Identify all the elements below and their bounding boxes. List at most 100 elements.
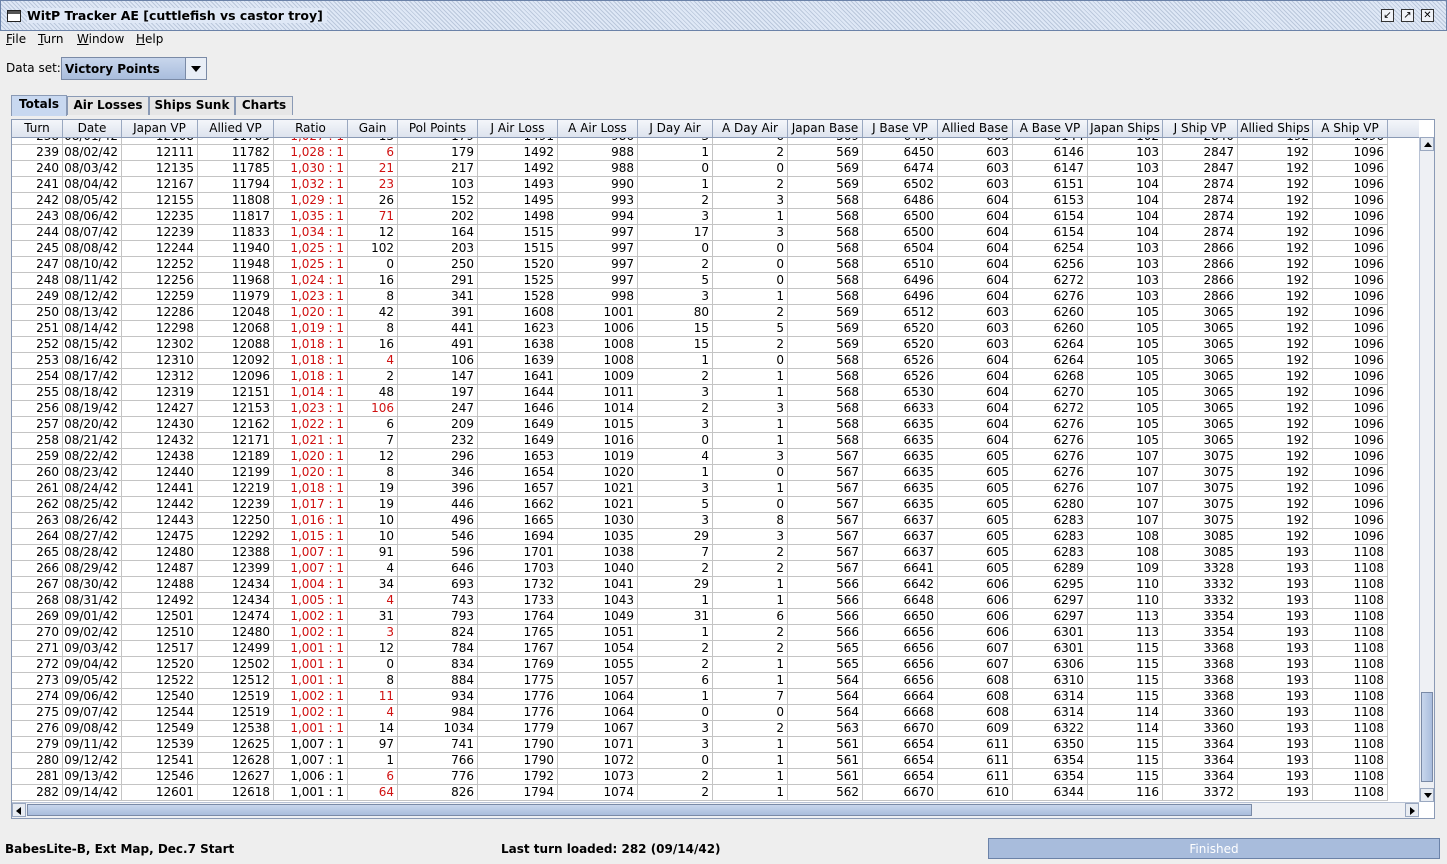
column-header[interactable]: Allied VP [198,120,274,137]
table-row[interactable]: 282 09/14/42 12601 12618 1,001 : 1 64 826 1794 1… [12,785,1388,801]
menu-turn[interactable]: Turn [38,32,63,46]
table-cell: 105 [1088,369,1163,385]
table-row[interactable]: 251 08/14/42 12298 12068 1,019 : 1 8 441 1623 10… [12,321,1388,337]
dataset-dropdown[interactable]: Victory Points [61,57,207,80]
table-row[interactable]: 245 08/08/42 12244 11940 1,025 : 1 102 203 1515… [12,241,1388,257]
table-row[interactable]: 262 08/25/42 12442 12239 1,017 : 1 19 446 1662 1… [12,497,1388,513]
minimize-icon[interactable]: ↙ [1381,9,1394,22]
table-row[interactable]: 271 09/03/42 12517 12499 1,001 : 1 12 784 1767 1… [12,641,1388,657]
column-header[interactable]: Japan VP [122,120,198,137]
table-row[interactable]: 248 08/11/42 12256 11968 1,024 : 1 16 291 1525 9… [12,273,1388,289]
table-row[interactable]: 254 08/17/42 12312 12096 1,018 : 1 2 147 1641 10… [12,369,1388,385]
close-icon[interactable]: ✕ [1421,9,1434,22]
menu-help[interactable]: Help [136,32,163,46]
table-cell: 567 [788,513,863,529]
table-cell: 563 [788,721,863,737]
table-row[interactable]: 275 09/07/42 12544 12519 1,002 : 1 4 984 1776 10… [12,705,1388,721]
table-row[interactable]: 249 08/12/42 12259 11979 1,023 : 1 8 341 1528 99… [12,289,1388,305]
table-cell: 6322 [1013,721,1088,737]
table-row[interactable]: 273 09/05/42 12522 12512 1,001 : 1 8 884 1775 10… [12,673,1388,689]
table-row[interactable]: 243 08/06/42 12235 11817 1,035 : 1 71 202 1498 9… [12,209,1388,225]
column-header[interactable]: Pol Points [398,120,478,137]
table-row[interactable]: 259 08/22/42 12438 12189 1,020 : 1 12 296 1653 1… [12,449,1388,465]
table-cell: 102 [1088,138,1163,145]
scroll-up-icon[interactable] [1420,137,1434,151]
column-header[interactable]: A Ship VP [1313,120,1388,137]
column-header[interactable]: J Air Loss [478,120,558,137]
menu-window[interactable]: Window [77,32,124,46]
horizontal-scrollbar[interactable] [12,802,1419,818]
scroll-thumb[interactable] [1421,692,1433,782]
table-row[interactable]: 260 08/23/42 12440 12199 1,020 : 1 8 346 1654 10… [12,465,1388,481]
table-row[interactable]: 265 08/28/42 12480 12388 1,007 : 1 91 596 1701 1… [12,545,1388,561]
table-row[interactable]: 253 08/16/42 12310 12092 1,018 : 1 4 106 1639 10… [12,353,1388,369]
chevron-down-icon[interactable] [185,58,206,79]
table-row[interactable]: 247 08/10/42 12252 11948 1,025 : 1 0 250 1520 99… [12,257,1388,273]
table-row[interactable]: 272 09/04/42 12520 12502 1,001 : 1 0 834 1769 10… [12,657,1388,673]
table-cell: 1 [713,577,788,593]
tab-air-losses[interactable]: Air Losses [67,96,149,115]
tab-charts[interactable]: Charts [235,96,293,115]
table-row[interactable]: 276 09/08/42 12549 12538 1,001 : 1 14 1034 1779… [12,721,1388,737]
hscroll-thumb[interactable] [27,804,1252,816]
table-row[interactable]: 257 08/20/42 12430 12162 1,022 : 1 6 209 1649 10… [12,417,1388,433]
column-header[interactable]: Allied Ships [1238,120,1313,137]
table-row[interactable]: 255 08/18/42 12319 12151 1,014 : 1 48 197 1644 1… [12,385,1388,401]
column-header[interactable]: Gain [348,120,398,137]
table-row[interactable]: 279 09/11/42 12539 12625 1,007 : 1 97 741 1790 1… [12,737,1388,753]
column-header[interactable]: Allied Base [938,120,1013,137]
scroll-left-icon[interactable] [12,803,26,817]
table-row[interactable]: 274 09/06/42 12540 12519 1,002 : 1 11 934 1776 1… [12,689,1388,705]
table-row[interactable]: 281 09/13/42 12546 12627 1,006 : 1 6 776 1792 10… [12,769,1388,785]
table-row[interactable]: 266 08/29/42 12487 12399 1,007 : 1 4 646 1703 10… [12,561,1388,577]
column-header[interactable]: J Day Air [638,120,713,137]
table-row[interactable]: 261 08/24/42 12441 12219 1,018 : 1 19 396 1657 1… [12,481,1388,497]
table-row[interactable]: 258 08/21/42 12432 12171 1,021 : 1 7 232 1649 10… [12,433,1388,449]
table-row[interactable]: 264 08/27/42 12475 12292 1,015 : 1 10 546 1694 1… [12,529,1388,545]
column-header[interactable]: Date [63,120,122,137]
scroll-right-icon[interactable] [1405,803,1419,817]
table-cell: 108 [1088,545,1163,561]
column-header[interactable]: J Ship VP [1163,120,1238,137]
vertical-scrollbar[interactable] [1419,137,1434,802]
menu-file[interactable]: File [6,32,26,46]
table-row[interactable]: 252 08/15/42 12302 12088 1,018 : 1 16 491 1638 1… [12,337,1388,353]
table-row[interactable]: 250 08/13/42 12286 12048 1,020 : 1 42 391 1608 1… [12,305,1388,321]
table-cell: 115 [1088,769,1163,785]
column-header[interactable]: Turn [12,120,63,137]
column-header[interactable]: A Base VP [1013,120,1088,137]
table-row[interactable]: 240 08/03/42 12135 11785 1,030 : 1 21 217 1492 9… [12,161,1388,177]
tab-ships-sunk[interactable]: Ships Sunk [149,96,235,115]
table-cell: 1639 [478,353,558,369]
table-cell: 6354 [1013,753,1088,769]
scroll-down-icon[interactable] [1420,788,1434,802]
table-row[interactable]: 269 09/01/42 12501 12474 1,002 : 1 31 793 1764 1… [12,609,1388,625]
column-header[interactable]: A Air Loss [558,120,638,137]
table-cell: 2847 [1163,161,1238,177]
column-header[interactable]: Japan Ships [1088,120,1163,137]
table-cell: 105 [1088,433,1163,449]
table-row[interactable]: 270 09/02/42 12510 12480 1,002 : 1 3 824 1765 10… [12,625,1388,641]
table-row[interactable]: 263 08/26/42 12443 12250 1,016 : 1 10 496 1665 1… [12,513,1388,529]
table-row-partial[interactable]: 23808/01/4212108117851,027 : 11317914919… [12,138,1388,145]
table-row[interactable]: 242 08/05/42 12155 11808 1,029 : 1 26 152 1495 9… [12,193,1388,209]
tab-totals[interactable]: Totals [11,95,67,116]
table-cell: 08/28/42 [63,545,122,561]
column-header[interactable]: A Day Air [713,120,788,137]
column-header[interactable]: J Base VP [863,120,938,137]
table-cell: 192 [1238,337,1313,353]
table-cell: 1030 [558,513,638,529]
column-header[interactable]: Ratio [274,120,348,137]
maximize-icon[interactable]: ↗ [1401,9,1414,22]
table-row[interactable]: 268 08/31/42 12492 12434 1,005 : 1 4 743 1733 10… [12,593,1388,609]
table-cell: 3368 [1163,657,1238,673]
column-header[interactable]: Japan Base [788,120,863,137]
table-row[interactable]: 256 08/19/42 12427 12153 1,023 : 1 106 247 1646… [12,401,1388,417]
table-cell: 193 [1238,737,1313,753]
table-row[interactable]: 244 08/07/42 12239 11833 1,034 : 1 12 164 1515 9… [12,225,1388,241]
table-row[interactable]: 267 08/30/42 12488 12434 1,004 : 1 34 693 1732 1… [12,577,1388,593]
table-row[interactable]: 241 08/04/42 12167 11794 1,032 : 1 23 103 1493 9… [12,177,1388,193]
table-row[interactable]: 280 09/12/42 12541 12628 1,007 : 1 1 766 1790 10… [12,753,1388,769]
table-row[interactable]: 239 08/02/42 12111 11782 1,028 : 1 6 179 1492 98… [12,145,1388,161]
table-cell: 3 [638,289,713,305]
